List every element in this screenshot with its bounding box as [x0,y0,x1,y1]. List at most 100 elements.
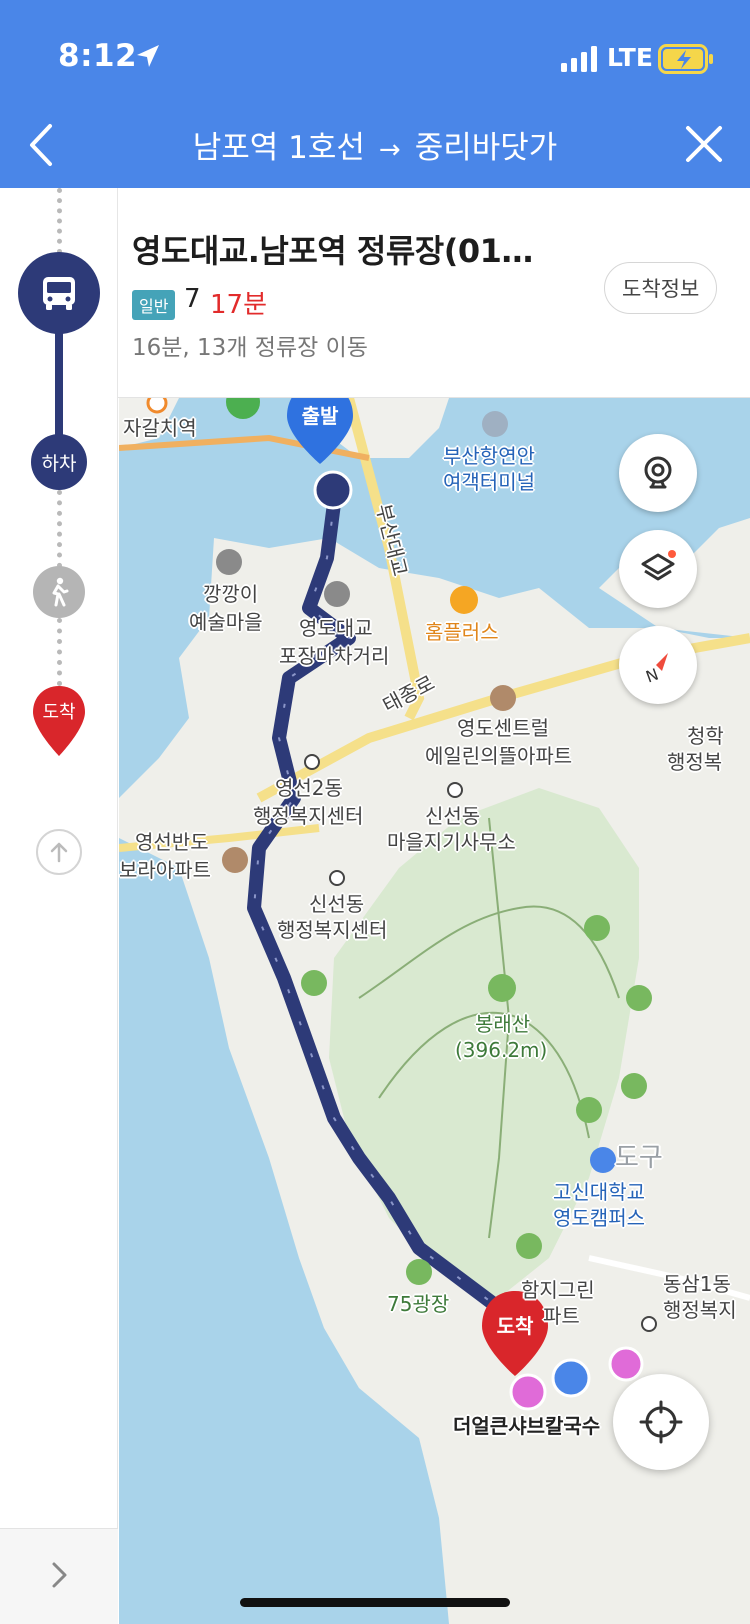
admin-office-icon [641,1316,657,1332]
map-label-kosin-1: 고신대학교 [553,1180,645,1204]
walk-step-icon[interactable] [33,566,85,618]
compass-button[interactable]: N [619,626,697,704]
admin-office-icon [329,870,345,886]
status-time: 8:12 [58,38,138,74]
park-icon [406,1259,432,1285]
route-summary: 16분, 13개 정류장 이동 [132,335,368,361]
route-arrow: → [378,135,401,165]
crosshair-icon [639,1400,683,1444]
map-label-pocha-1: 영도대교 [299,616,373,640]
poi-star-icon [608,1346,644,1382]
poi-star-icon [226,398,260,419]
origin-label: 남포역 1호선 [192,130,365,166]
map-label-terminal-1: 부산항연안 [443,444,535,468]
park-icon [626,985,652,1011]
timeline-dotted-line [57,618,62,686]
mountain-icon [488,974,516,1002]
map-label-sinseon-village-2: 마을지기사무소 [387,830,516,854]
battery-icon [658,44,713,74]
home-indicator[interactable] [240,1598,510,1607]
arrival-pin-label: 도착 [496,1314,534,1338]
university-icon [590,1147,616,1173]
route-title: 남포역 1호선 → 중리바닷가 [0,122,750,167]
map-label-central-2: 에일린의뜰아파트 [425,744,573,768]
scroll-up-button[interactable] [36,829,82,875]
map-label-dongsam-2: 행정복지 [663,1298,737,1322]
signal-icon [561,46,597,72]
timeline-dotted-line [57,188,62,254]
camera-icon [644,456,672,489]
map-label-yeongseon-2: 행정복지센터 [253,804,364,828]
departure-bus-stop-icon [313,470,353,510]
arrow-up-icon [50,842,68,863]
top-bar: 8:12 LTE 남포역 1호선 → 중리바닷가 [0,0,750,188]
bus-number: 7 [184,284,201,314]
arrival-info-button[interactable]: 도착정보 [604,262,718,314]
map-label-bongrae-2: (396.2m) [455,1038,548,1062]
map-label-jagalchi: 자갈치역 [123,416,197,440]
map-label-kosin-2: 영도캠퍼스 [553,1206,645,1230]
map-label-cheonghak-2: 행정복 [667,750,723,774]
shopping-icon [450,586,478,614]
subway-icon [146,398,168,414]
compass-icon: N [643,653,668,685]
park-icon [516,1233,542,1259]
walking-icon [52,577,69,607]
map-label-homeplus: 홈플러스 [425,620,499,644]
timeline-bus-line [55,320,63,446]
chevron-right-icon[interactable] [46,1560,72,1590]
map-label-bongrae-1: 봉래산 [475,1012,531,1036]
bus-segment-card[interactable]: 영도대교.남포역 정류장(01… 일반 7 17분 16분, 13개 정류장 이… [118,188,750,398]
layers-button[interactable] [619,530,697,608]
apartment-icon [222,847,248,873]
map-label-park75: 75광장 [387,1292,450,1316]
map-label-sinseon-village-1: 신선동 [425,804,481,828]
departure-pin-label: 출발 [301,404,339,428]
map-label-cheonghak-1: 청학 [687,724,724,748]
map-label-sinseon-admin-1: 신선동 [309,892,365,916]
map-label-bora-2: 보라아파트 [119,858,211,882]
map-label-yeongseon-1: 영선2동 [275,776,343,800]
map-label-hamji-2: 파트 [543,1304,580,1328]
ferry-icon [482,411,508,437]
boarding-stop-name: 영도대교.남포역 정류장(01… [132,232,533,270]
admin-office-icon [304,754,320,770]
map-view[interactable]: 출발 도착 자갈치역 부산항연안 여객터미널 깡깡이 예술마을 영도대교 포장마… [119,398,750,1624]
current-location-button[interactable] [613,1374,709,1470]
apartment-icon [490,685,516,711]
map-label-bora-1: 영선반도 [135,830,209,854]
location-arrow-icon [137,45,159,67]
map-label-terminal-2: 여객터미널 [443,470,535,494]
park-icon [301,970,327,996]
admin-office-icon [447,782,463,798]
map-label-pocha-2: 포장마차거리 [279,644,390,668]
arrive-step[interactable]: 도착 [31,684,87,758]
map-label-dongsam-1: 동삼1동 [663,1272,731,1296]
map-label-restaurant: 더얼큰샤브칼국수 [453,1414,601,1438]
map-label-sinseon-admin-2: 행정복지센터 [277,918,388,942]
map-label-kkangkkang-2: 예술마을 [189,610,263,634]
timeline-dotted-line [57,490,62,568]
map-label-hamji-1: 함지그린 [521,1278,595,1302]
walking-point-icon [551,1358,591,1398]
flag-icon [216,549,242,575]
bus-type-badge: 일반 [132,290,176,320]
svg-text:N: N [643,665,661,685]
alight-step[interactable]: 하차 [31,434,87,490]
park-icon [576,1097,602,1123]
map-label-central-1: 영도센트럴 [457,716,549,740]
arrival-time: 17분 [210,290,268,320]
layers-icon [641,550,676,581]
park-icon [621,1073,647,1099]
network-label: LTE [607,43,653,72]
flag-icon [324,581,350,607]
map-label-district: 도구 [615,1143,663,1173]
destination-label: 중리바닷가 [414,130,558,166]
close-button[interactable] [684,124,724,164]
park-icon [584,915,610,941]
poi-star-icon [509,1373,547,1411]
street-view-button[interactable] [619,434,697,512]
bus-icon [43,277,75,310]
bus-step-icon[interactable] [18,252,100,334]
map-label-kkangkkang-1: 깡깡이 [203,582,259,606]
